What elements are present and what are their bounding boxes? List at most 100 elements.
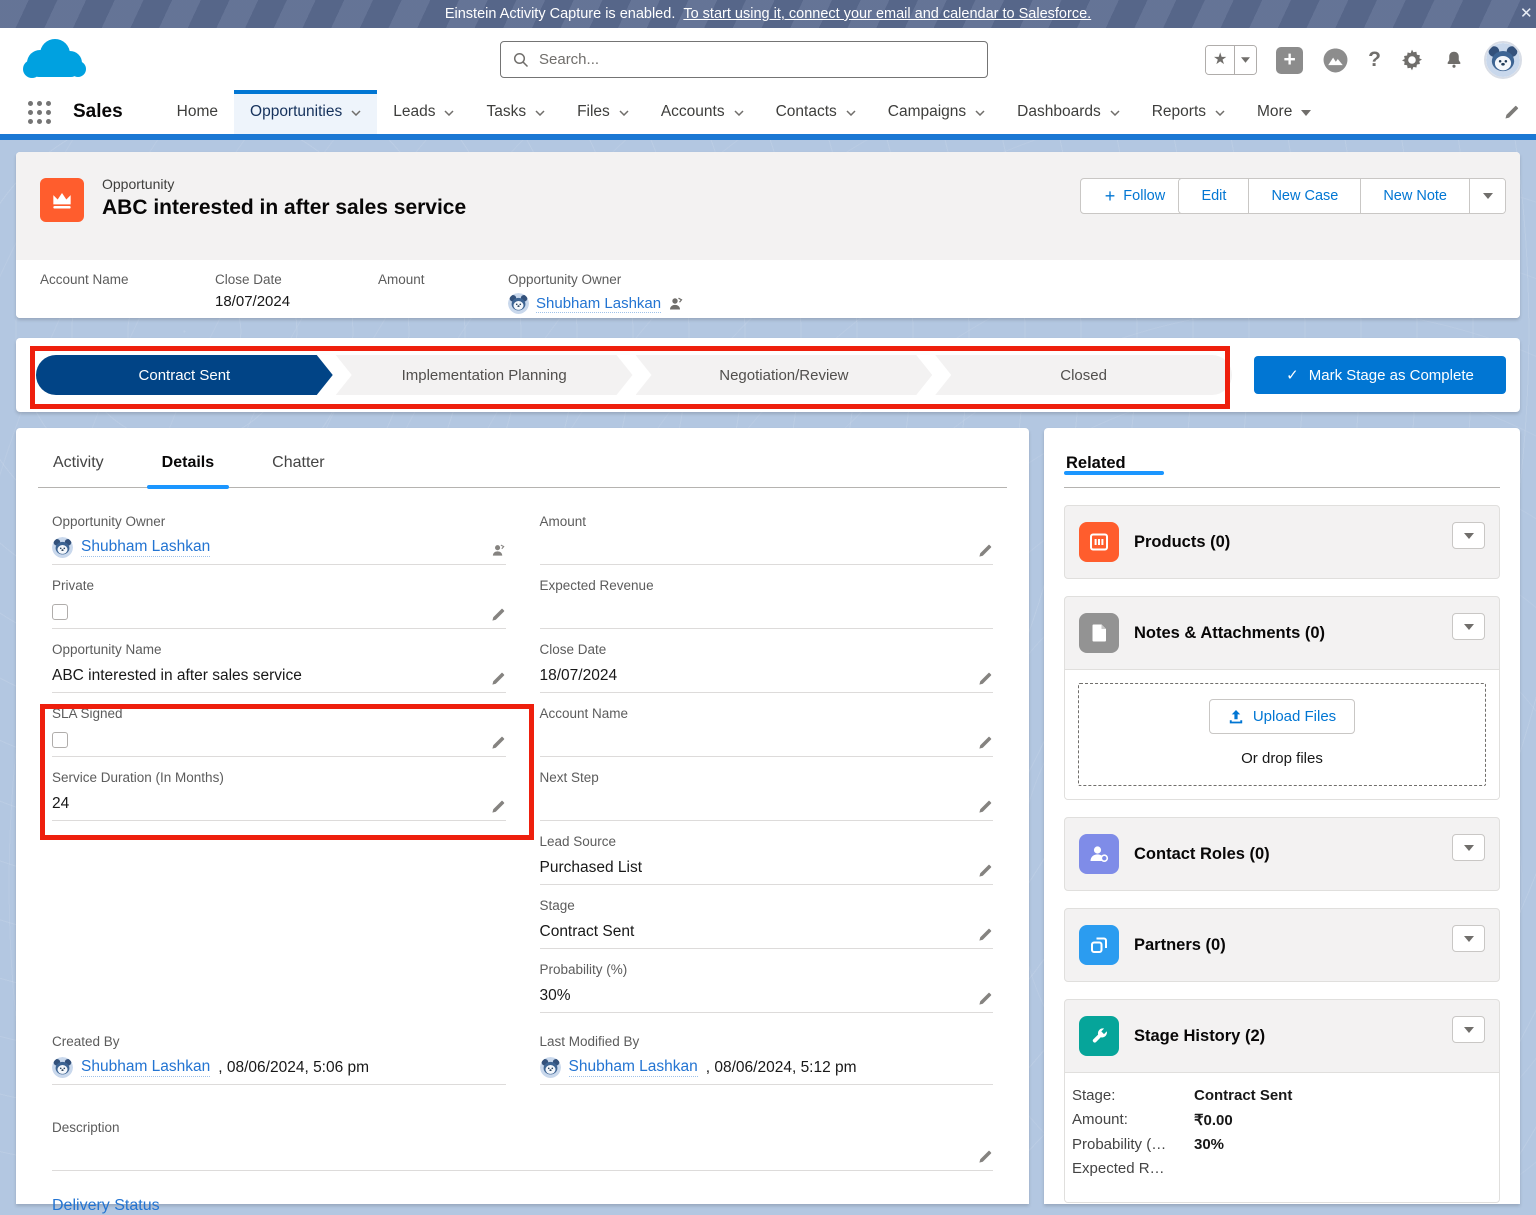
favorites-combo-button: ★ xyxy=(1205,45,1257,75)
tab-details[interactable]: Details xyxy=(147,444,229,487)
edit-pencil-icon[interactable] xyxy=(978,991,993,1006)
edit-pencil-icon[interactable] xyxy=(978,543,993,558)
field-label: Account Name xyxy=(40,272,215,287)
follow-button[interactable]: +Follow xyxy=(1080,178,1190,214)
stage-history-actions-caret-button[interactable] xyxy=(1452,1016,1485,1043)
banner-close-icon[interactable]: ✕ xyxy=(1520,4,1536,22)
related-card-notes-attachments: Notes & Attachments (0) Upload Files Or … xyxy=(1064,596,1500,800)
edit-pencil-icon[interactable] xyxy=(978,927,993,942)
sla-signed-checkbox[interactable] xyxy=(52,732,68,748)
path-stage-negotiation-review[interactable]: Negotiation/Review xyxy=(636,355,933,395)
nav-tab-campaigns[interactable]: Campaigns xyxy=(872,90,1001,134)
tab-related[interactable]: Related xyxy=(1064,444,1128,473)
field-last-modified-by: Last Modified By Shubham Lashkan , 08/06… xyxy=(540,1034,994,1085)
new-note-button[interactable]: New Note xyxy=(1360,179,1469,213)
partners-icon xyxy=(1079,925,1119,965)
search-input[interactable] xyxy=(539,51,975,68)
edit-pencil-icon[interactable] xyxy=(491,607,506,622)
change-owner-icon[interactable] xyxy=(668,296,684,312)
nav-tab-contacts[interactable]: Contacts xyxy=(760,90,872,134)
edit-pencil-icon[interactable] xyxy=(491,799,506,814)
edit-pencil-icon[interactable] xyxy=(978,1149,993,1164)
change-owner-icon[interactable] xyxy=(491,543,506,558)
products-actions-caret-button[interactable] xyxy=(1452,522,1485,549)
notifications-bell-button[interactable] xyxy=(1443,49,1465,71)
banner-connect-link[interactable]: To start using it, connect your email an… xyxy=(683,6,1091,22)
related-tabset: Related xyxy=(1064,444,1500,488)
delivery-status-section-link[interactable]: Delivery Status xyxy=(52,1197,993,1215)
stage-history-card-title[interactable]: Stage History (2) xyxy=(1134,1027,1437,1046)
partners-card-title[interactable]: Partners (0) xyxy=(1134,936,1437,955)
edit-pencil-icon[interactable] xyxy=(491,671,506,686)
upload-files-button[interactable]: Upload Files xyxy=(1209,699,1355,734)
contact-roles-icon xyxy=(1079,834,1119,874)
field-sla-signed: SLA Signed xyxy=(52,706,506,757)
owner-avatar xyxy=(508,293,529,314)
record-header: Opportunity ABC interested in after sale… xyxy=(16,152,1520,260)
nav-tab-more[interactable]: More xyxy=(1241,90,1327,134)
notes-actions-caret-button[interactable] xyxy=(1452,613,1485,640)
nav-tab-reports[interactable]: Reports xyxy=(1136,90,1241,134)
setup-gear-button[interactable] xyxy=(1400,48,1424,72)
nav-tab-tasks[interactable]: Tasks xyxy=(470,90,561,134)
app-name: Sales xyxy=(73,101,123,123)
owner-link[interactable]: Shubham Lashkan xyxy=(536,295,661,313)
edit-pencil-icon[interactable] xyxy=(978,671,993,686)
edit-pencil-icon[interactable] xyxy=(491,735,506,750)
favorites-star-button[interactable]: ★ xyxy=(1206,46,1234,74)
user-avatar xyxy=(540,1057,561,1078)
checkmark-icon: ✓ xyxy=(1286,366,1299,384)
contact-roles-actions-caret-button[interactable] xyxy=(1452,834,1485,861)
owner-avatar xyxy=(52,537,73,558)
notes-card-title[interactable]: Notes & Attachments (0) xyxy=(1134,624,1437,643)
profile-avatar-button[interactable] xyxy=(1484,41,1522,79)
nav-tab-files[interactable]: Files xyxy=(561,90,645,134)
nav-tab-accounts[interactable]: Accounts xyxy=(645,90,760,134)
more-actions-caret-button[interactable] xyxy=(1469,179,1505,213)
new-case-button[interactable]: New Case xyxy=(1248,179,1360,213)
field-description: Description xyxy=(52,1120,993,1171)
tab-chatter[interactable]: Chatter xyxy=(257,444,339,487)
field-opportunity-owner: Opportunity Owner Shubham Lashkan xyxy=(52,514,506,565)
path-stage-closed[interactable]: Closed xyxy=(935,355,1232,395)
field-label: Opportunity Owner xyxy=(508,272,684,287)
field-stage: Stage Contract Sent xyxy=(540,898,994,949)
created-by-user-link[interactable]: Shubham Lashkan xyxy=(81,1058,210,1077)
contact-roles-card-title[interactable]: Contact Roles (0) xyxy=(1134,845,1437,864)
help-button[interactable]: ? xyxy=(1368,48,1381,72)
field-close-date: Close Date 18/07/2024 xyxy=(540,642,994,693)
quick-create-button[interactable]: + xyxy=(1276,47,1303,74)
field-next-step: Next Step xyxy=(540,770,994,821)
favorites-caret-button[interactable] xyxy=(1234,46,1256,74)
tab-activity[interactable]: Activity xyxy=(38,444,119,487)
edit-button[interactable]: Edit xyxy=(1179,179,1248,213)
global-search[interactable] xyxy=(500,41,988,78)
app-launcher-button[interactable] xyxy=(28,101,51,124)
notes-icon xyxy=(1079,613,1119,653)
user-avatar xyxy=(52,1057,73,1078)
nav-tab-dashboards[interactable]: Dashboards xyxy=(1001,90,1136,134)
edit-pencil-icon[interactable] xyxy=(978,735,993,750)
path-stage-implementation-planning[interactable]: Implementation Planning xyxy=(336,355,633,395)
nav-tab-opportunities[interactable]: Opportunities xyxy=(234,90,377,134)
mark-stage-complete-button[interactable]: ✓ Mark Stage as Complete xyxy=(1254,356,1506,394)
edit-pencil-icon[interactable] xyxy=(978,799,993,814)
file-dropzone[interactable]: Upload Files Or drop files xyxy=(1078,683,1486,786)
global-header: ★ + ? xyxy=(0,28,1536,90)
path-stage-contract-sent[interactable]: Contract Sent xyxy=(36,355,333,395)
guidance-center-button[interactable] xyxy=(1322,47,1349,74)
detail-tabset: Activity Details Chatter xyxy=(38,444,1007,488)
modified-by-user-link[interactable]: Shubham Lashkan xyxy=(569,1058,698,1077)
products-icon xyxy=(1079,522,1119,562)
nav-tab-leads[interactable]: Leads xyxy=(377,90,470,134)
products-card-title[interactable]: Products (0) xyxy=(1134,533,1437,552)
field-private: Private xyxy=(52,578,506,629)
edit-pencil-icon[interactable] xyxy=(978,863,993,878)
owner-link[interactable]: Shubham Lashkan xyxy=(81,538,210,557)
partners-actions-caret-button[interactable] xyxy=(1452,925,1485,952)
field-label: Amount xyxy=(378,272,508,287)
nav-tab-home[interactable]: Home xyxy=(161,90,234,134)
edit-navigation-pencil-icon[interactable] xyxy=(1504,104,1520,120)
field-label: Close Date xyxy=(215,272,378,287)
private-checkbox[interactable] xyxy=(52,604,68,620)
